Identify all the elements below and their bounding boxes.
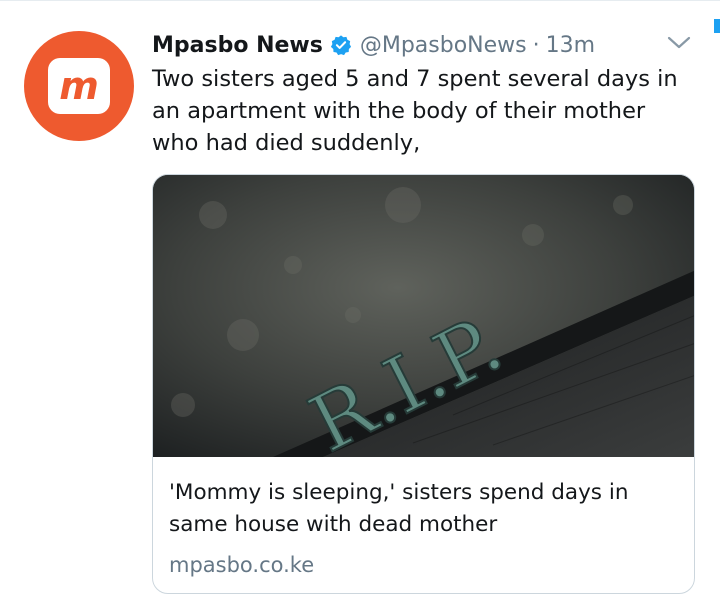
chevron-down-icon[interactable]: [666, 33, 692, 53]
author-handle[interactable]: @MpasboNews: [360, 33, 527, 58]
avatar[interactable]: m: [24, 31, 134, 141]
separator-dot: ·: [532, 32, 540, 58]
card-domain[interactable]: mpasbo.co.ke: [169, 553, 678, 577]
tweet-header: Mpasbo News @MpasboNews · 13m: [152, 29, 690, 61]
logo-icon: m: [48, 58, 110, 114]
card-body[interactable]: 'Mommy is sleeping,' sisters spend days …: [153, 457, 694, 577]
link-card[interactable]: R.I.P. 'Mommy is sleeping,' sisters spen…: [152, 174, 695, 594]
card-title[interactable]: 'Mommy is sleeping,' sisters spend days …: [169, 477, 678, 541]
tweet[interactable]: m Mpasbo News @MpasboNews · 13m Two sist…: [0, 0, 720, 594]
verified-badge-icon: [330, 34, 352, 56]
tweet-timestamp[interactable]: 13m: [546, 33, 595, 58]
tweet-text: Two sisters aged 5 and 7 spent several d…: [152, 66, 678, 156]
avatar-logo-text: m: [59, 66, 99, 106]
author-name[interactable]: Mpasbo News: [152, 33, 323, 58]
scroll-indicator: [714, 19, 720, 33]
card-image[interactable]: R.I.P.: [153, 175, 694, 457]
